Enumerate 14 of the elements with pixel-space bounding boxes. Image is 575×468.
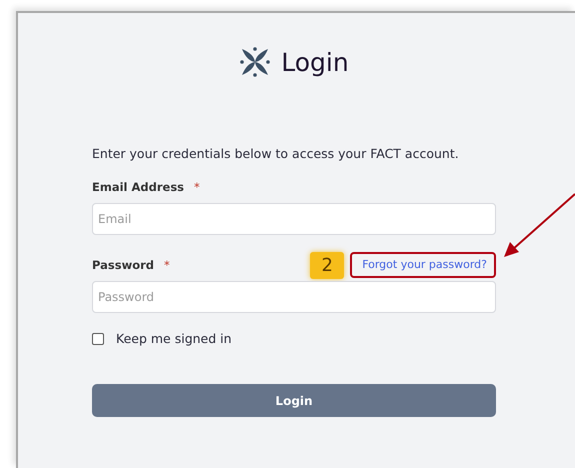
input-field[interactable]: Email (92, 203, 496, 235)
intro-text: Enter your credentials below to access your FACT account. (92, 145, 460, 163)
field-label: Email Address * (92, 180, 200, 194)
login-button[interactable]: Login (92, 384, 496, 417)
logo-icon (239, 46, 272, 78)
required-mark: * (164, 258, 170, 272)
forgot-password-link[interactable]: Forgot your password? (350, 252, 496, 278)
field-label: Password * (92, 258, 170, 272)
input-field[interactable]: Password (92, 281, 496, 313)
required-mark: * (194, 180, 200, 194)
page-title: Login (281, 48, 349, 76)
step-badge: 2 (310, 252, 344, 278)
checkbox-label: Keep me signed in (116, 331, 232, 346)
checkbox[interactable] (92, 332, 104, 344)
